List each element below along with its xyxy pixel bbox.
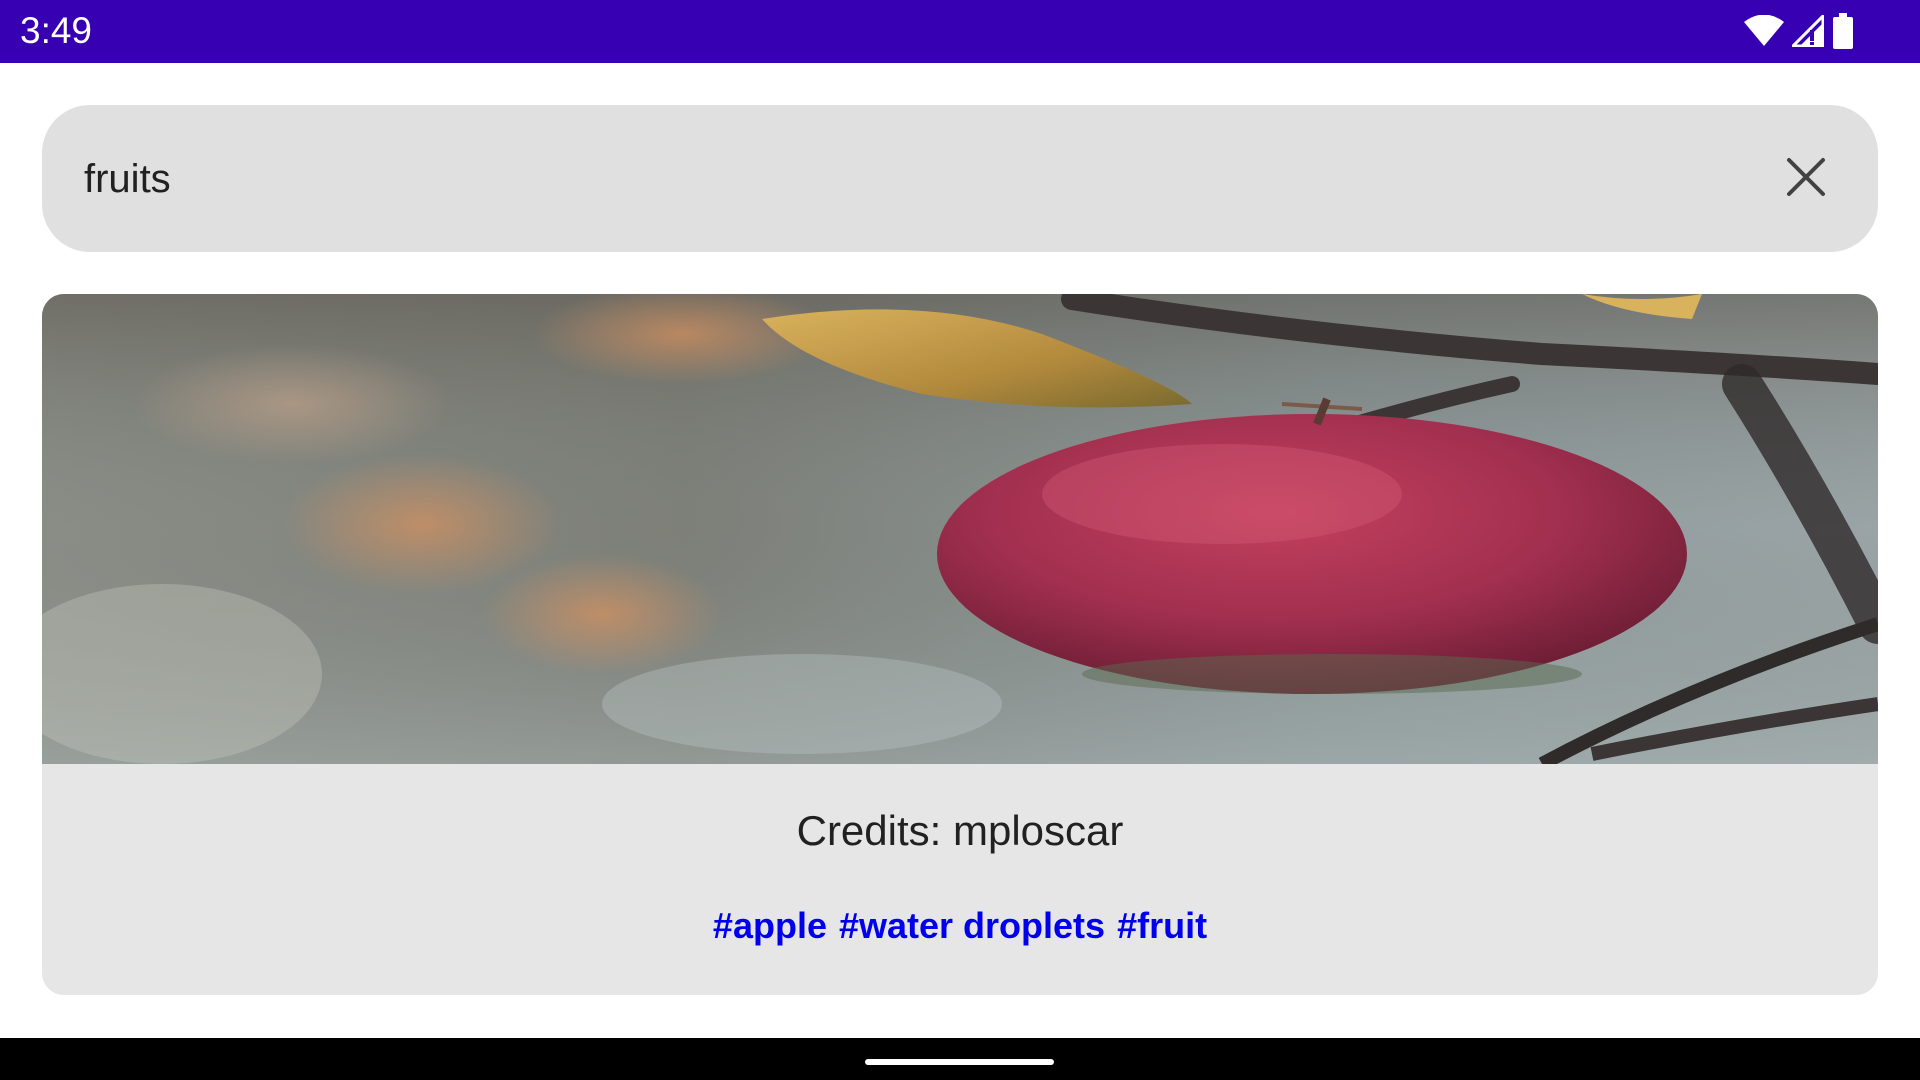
tag-apple[interactable]: #apple [713, 904, 827, 948]
tag-water-droplets[interactable]: #water droplets [839, 904, 1105, 948]
home-gesture-handle[interactable] [865, 1059, 1054, 1065]
photo-card[interactable]: Credits: mploscar #apple #water droplets… [42, 294, 1878, 995]
clear-search-button[interactable] [1776, 149, 1836, 209]
search-input[interactable] [84, 151, 1684, 207]
cellular-signal-icon [1792, 15, 1824, 47]
navigation-bar [0, 1038, 1920, 1080]
photo-credits: Credits: mploscar [796, 807, 1124, 854]
status-time: 3:49 [20, 10, 93, 51]
battery-icon [1832, 13, 1854, 49]
status-bar: 3:49 [0, 0, 1920, 63]
apple-photo [42, 294, 1878, 764]
status-icons [1744, 12, 1854, 50]
tag-fruit[interactable]: #fruit [1117, 904, 1207, 948]
search-bar [42, 105, 1878, 252]
close-icon [1786, 157, 1826, 202]
tag-list: #apple #water droplets #fruit [42, 904, 1878, 948]
wifi-icon [1744, 15, 1784, 47]
